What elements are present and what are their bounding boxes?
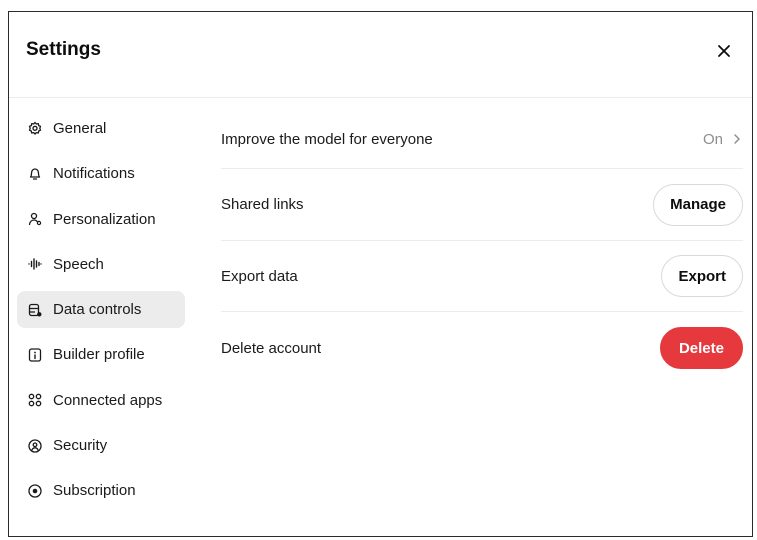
sidebar-item-label: Subscription [53,482,136,500]
sidebar-item-label: General [53,120,107,137]
sidebar-item-label: Data controls [53,301,142,319]
subscription-icon [27,483,43,499]
sidebar-item-general[interactable]: General [17,110,185,147]
setting-label: Export data [221,267,298,285]
setting-row-delete-account: Delete account Delete [221,312,743,384]
setting-label: Improve the model for everyone [221,130,433,148]
close-icon[interactable] [714,41,734,61]
delete-account-button[interactable]: Delete [659,327,743,369]
export-button[interactable]: Export [661,255,743,297]
dialog-header: Settings [9,12,752,98]
settings-dialog: Settings General Notifications Personali… [8,11,753,537]
id-card-icon [27,347,43,363]
bell-icon [27,166,43,182]
sidebar-item-label: Personalization [53,210,156,228]
sidebar-item-speech[interactable]: Speech [17,246,185,283]
sidebar-item-label: Builder profile [53,346,145,364]
setting-label: Delete account [221,339,322,357]
setting-row-export-data: Export data Export [221,241,743,312]
setting-row-improve-model: Improve the model for everyone On [221,110,743,169]
dialog-title: Settings [26,39,101,60]
person-icon [27,211,43,227]
sidebar-item-data-controls[interactable]: Data controls [17,291,185,329]
sidebar-item-label: Connected apps [53,391,163,409]
sidebar-item-label: Security [53,437,108,455]
setting-label: Shared links [221,196,304,213]
sidebar-item-connected-apps[interactable]: Connected apps [17,382,185,419]
sidebar-item-builder-profile[interactable]: Builder profile [17,336,185,373]
setting-row-shared-links: Shared links Manage [221,169,743,241]
settings-sidebar: General Notifications Personalization Sp… [17,110,185,518]
improve-model-value: On [702,130,723,148]
sidebar-item-label: Speech [53,255,104,273]
sidebar-item-personalization[interactable]: Personalization [17,201,185,238]
apps-grid-icon [27,392,43,408]
shield-icon [27,438,43,454]
manage-button[interactable]: Manage [653,183,743,226]
gear-icon [27,121,43,137]
sidebar-item-subscription[interactable]: Subscription [17,472,185,509]
sidebar-item-security[interactable]: Security [17,427,185,464]
improve-model-toggle-link[interactable]: On [703,131,743,148]
sidebar-item-label: Notifications [53,165,135,183]
database-icon [27,302,43,318]
sidebar-item-notifications[interactable]: Notifications [17,155,185,192]
chevron-right-icon [734,134,740,144]
data-controls-panel: Improve the model for everyone On Shared… [221,110,743,384]
waveform-icon [27,256,43,272]
